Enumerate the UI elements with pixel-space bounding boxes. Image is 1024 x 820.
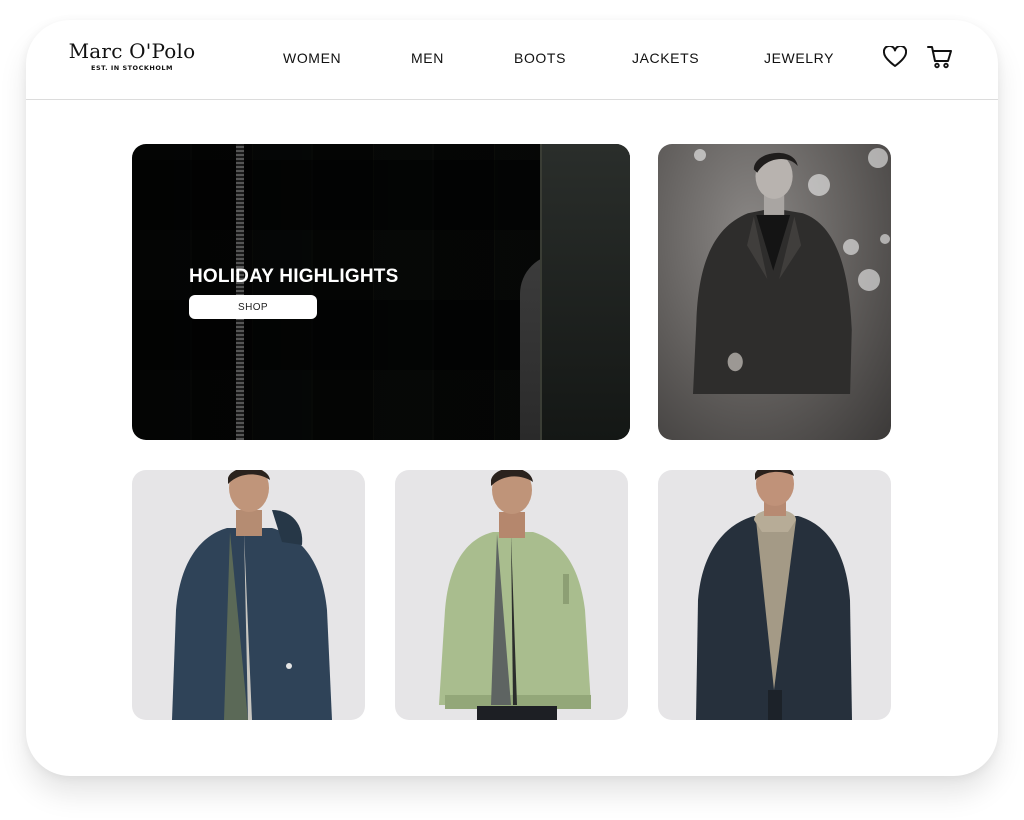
shop-button[interactable]: SHOP: [189, 295, 317, 319]
nav-item-jewelry[interactable]: JEWELRY: [764, 50, 834, 66]
app-window: Marc O'Polo EST. IN STOCKHOLM WOMEN MEN …: [26, 20, 998, 776]
model-in-blazer-image: [692, 152, 852, 394]
nav-item-men[interactable]: MEN: [411, 50, 444, 66]
nav-item-jackets[interactable]: JACKETS: [632, 50, 699, 66]
sage-bomber-product-image: [439, 470, 591, 720]
heart-icon[interactable]: [882, 44, 908, 73]
zipper-texture: [236, 144, 244, 440]
nav-item-boots[interactable]: BOOTS: [514, 50, 566, 66]
dark-parka-product-image: [696, 470, 852, 720]
cart-icon[interactable]: [927, 45, 953, 74]
hero-banner[interactable]: HOLIDAY HIGHLIGHTS SHOP: [132, 144, 630, 440]
brand-name: Marc O'Polo: [68, 39, 196, 63]
site-header: Marc O'Polo EST. IN STOCKHOLM WOMEN MEN …: [26, 20, 998, 100]
navy-jacket-product-image: [172, 470, 332, 720]
product-card-sage-bomber[interactable]: [395, 470, 628, 720]
brand-tagline: EST. IN STOCKHOLM: [91, 64, 173, 72]
hero-sleeve-detail: [540, 144, 630, 440]
model-portrait-card[interactable]: [658, 144, 891, 440]
brand-logo[interactable]: Marc O'Polo EST. IN STOCKHOLM: [62, 40, 202, 72]
product-card-navy-jacket[interactable]: [132, 470, 365, 720]
nav-item-women[interactable]: WOMEN: [283, 50, 341, 66]
product-card-dark-parka[interactable]: [658, 470, 891, 720]
hero-title: HOLIDAY HIGHLIGHTS: [189, 266, 399, 287]
